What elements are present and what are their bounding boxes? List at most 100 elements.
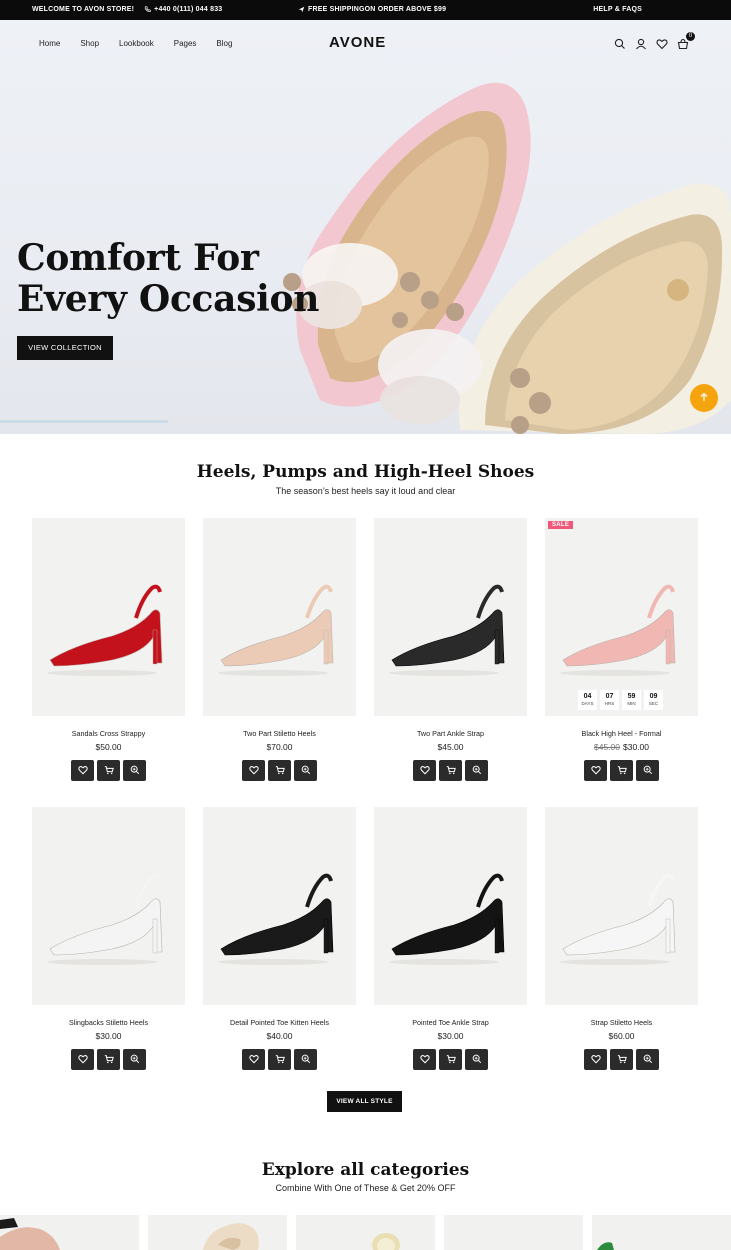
quick-view-button[interactable] <box>123 1049 146 1070</box>
add-to-cart-button[interactable] <box>268 760 291 781</box>
cart-icon <box>617 762 627 780</box>
nav-blog[interactable]: Blog <box>216 39 232 48</box>
zoom-icon <box>643 1051 653 1069</box>
category-image <box>203 1223 259 1250</box>
quick-view-button[interactable] <box>465 1049 488 1070</box>
product-image[interactable] <box>545 807 698 1005</box>
search-icon[interactable] <box>614 37 626 49</box>
product-name[interactable]: Pointed Toe Ankle Strap <box>374 1018 527 1028</box>
main-nav: Home Shop Lookbook Pages Blog <box>39 39 252 48</box>
category-tile[interactable] <box>592 1215 731 1250</box>
add-to-wishlist-button[interactable] <box>413 760 436 781</box>
nav-shop[interactable]: Shop <box>80 39 99 48</box>
product-price: $50.00 <box>32 742 185 753</box>
heart-icon <box>419 762 430 780</box>
product-current-price: $45.00 <box>437 742 464 752</box>
help-link[interactable]: HELP & FAQS <box>593 6 642 13</box>
product-image[interactable] <box>374 518 527 716</box>
category-tile[interactable] <box>148 1215 287 1250</box>
product-actions <box>203 1049 356 1070</box>
add-to-wishlist-button[interactable] <box>584 1049 607 1070</box>
phone-link[interactable]: +440 0(111) 044 833 <box>144 6 222 13</box>
user-icon[interactable] <box>635 37 647 50</box>
nav-pages[interactable]: Pages <box>174 39 197 48</box>
product-current-price: $60.00 <box>608 1031 635 1041</box>
category-tile[interactable] <box>296 1215 435 1250</box>
product-name[interactable]: Sandals Cross Strappy <box>32 729 185 739</box>
product-card[interactable]: Detail Pointed Toe Kitten Heels $40.00 <box>203 807 356 1070</box>
add-to-cart-button[interactable] <box>439 760 462 781</box>
heart-icon <box>248 1051 259 1069</box>
zoom-icon <box>472 762 482 780</box>
add-to-wishlist-button[interactable] <box>71 760 94 781</box>
add-to-wishlist-button[interactable] <box>413 1049 436 1070</box>
add-to-cart-button[interactable] <box>439 1049 462 1070</box>
category-image <box>372 1233 400 1250</box>
product-image[interactable] <box>203 518 356 716</box>
quick-view-button[interactable] <box>636 760 659 781</box>
product-actions <box>203 760 356 781</box>
zoom-icon <box>130 1051 140 1069</box>
add-to-wishlist-button[interactable] <box>242 760 265 781</box>
scroll-to-top-button[interactable] <box>690 384 718 412</box>
add-to-wishlist-button[interactable] <box>71 1049 94 1070</box>
product-actions <box>545 760 698 781</box>
product-name[interactable]: Slingbacks Stiletto Heels <box>32 1018 185 1028</box>
product-name[interactable]: Strap Stiletto Heels <box>545 1018 698 1028</box>
countdown-value: 04 <box>583 693 592 700</box>
product-card[interactable]: Sandals Cross Strappy $50.00 <box>32 518 185 781</box>
countdown-value: 07 <box>605 693 614 700</box>
announcement-bar: WELCOME TO AVON STORE! +440 0(111) 044 8… <box>0 0 731 20</box>
product-actions <box>32 1049 185 1070</box>
product-card[interactable]: Slingbacks Stiletto Heels $30.00 <box>32 807 185 1070</box>
product-image[interactable] <box>203 807 356 1005</box>
add-to-cart-button[interactable] <box>97 1049 120 1070</box>
product-name[interactable]: Two Part Stiletto Heels <box>203 729 356 739</box>
add-to-cart-button[interactable] <box>268 1049 291 1070</box>
product-name[interactable]: Black High Heel - Formal <box>545 729 698 739</box>
hero-banner: Home Shop Lookbook Pages Blog AVONE 0 Co… <box>0 20 731 434</box>
heart-icon <box>590 1051 601 1069</box>
product-name[interactable]: Detail Pointed Toe Kitten Heels <box>203 1018 356 1028</box>
quick-view-button[interactable] <box>294 760 317 781</box>
nav-lookbook[interactable]: Lookbook <box>119 39 154 48</box>
add-to-wishlist-button[interactable] <box>584 760 607 781</box>
sale-badge: SALE <box>548 521 574 529</box>
product-image[interactable] <box>32 807 185 1005</box>
countdown-label: MIN <box>627 701 636 706</box>
quick-view-button[interactable] <box>123 760 146 781</box>
product-card[interactable]: Two Part Ankle Strap $45.00 <box>374 518 527 781</box>
quick-view-button[interactable] <box>465 760 488 781</box>
nav-home[interactable]: Home <box>39 39 60 48</box>
product-image[interactable] <box>32 518 185 716</box>
view-collection-button[interactable]: VIEW COLLECTION <box>17 336 113 360</box>
add-to-cart-button[interactable] <box>610 760 633 781</box>
product-price: $30.00 <box>32 1031 185 1042</box>
product-card[interactable]: Strap Stiletto Heels $60.00 <box>545 807 698 1070</box>
product-card[interactable]: Pointed Toe Ankle Strap $30.00 <box>374 807 527 1070</box>
category-image <box>0 1218 60 1250</box>
arrow-up-icon <box>699 389 709 407</box>
view-all-style-button[interactable]: VIEW ALL STYLE <box>327 1091 402 1112</box>
category-tile[interactable] <box>444 1215 583 1250</box>
heart-icon[interactable] <box>656 37 668 50</box>
product-image[interactable]: SALE 04 DAYS 07 HRS 59 MIN 09 SEC <box>545 518 698 716</box>
product-card[interactable]: SALE 04 DAYS 07 HRS 59 MIN 09 SEC Black High Heel… <box>545 518 698 781</box>
zoom-icon <box>301 762 311 780</box>
site-logo[interactable]: AVONE <box>329 34 386 51</box>
product-name[interactable]: Two Part Ankle Strap <box>374 729 527 739</box>
quick-view-button[interactable] <box>636 1049 659 1070</box>
product-price: $40.00 <box>203 1031 356 1042</box>
quick-view-button[interactable] <box>294 1049 317 1070</box>
header-icons: 0 <box>614 32 695 50</box>
section-title-heels: Heels, Pumps and High-Heel Shoes <box>196 462 535 482</box>
add-to-cart-button[interactable] <box>97 760 120 781</box>
category-tile[interactable] <box>0 1215 139 1250</box>
heart-icon <box>419 1051 430 1069</box>
product-actions <box>32 760 185 781</box>
add-to-wishlist-button[interactable] <box>242 1049 265 1070</box>
product-card[interactable]: Two Part Stiletto Heels $70.00 <box>203 518 356 781</box>
cart-icon[interactable]: 0 <box>677 32 695 50</box>
add-to-cart-button[interactable] <box>610 1049 633 1070</box>
product-image[interactable] <box>374 807 527 1005</box>
